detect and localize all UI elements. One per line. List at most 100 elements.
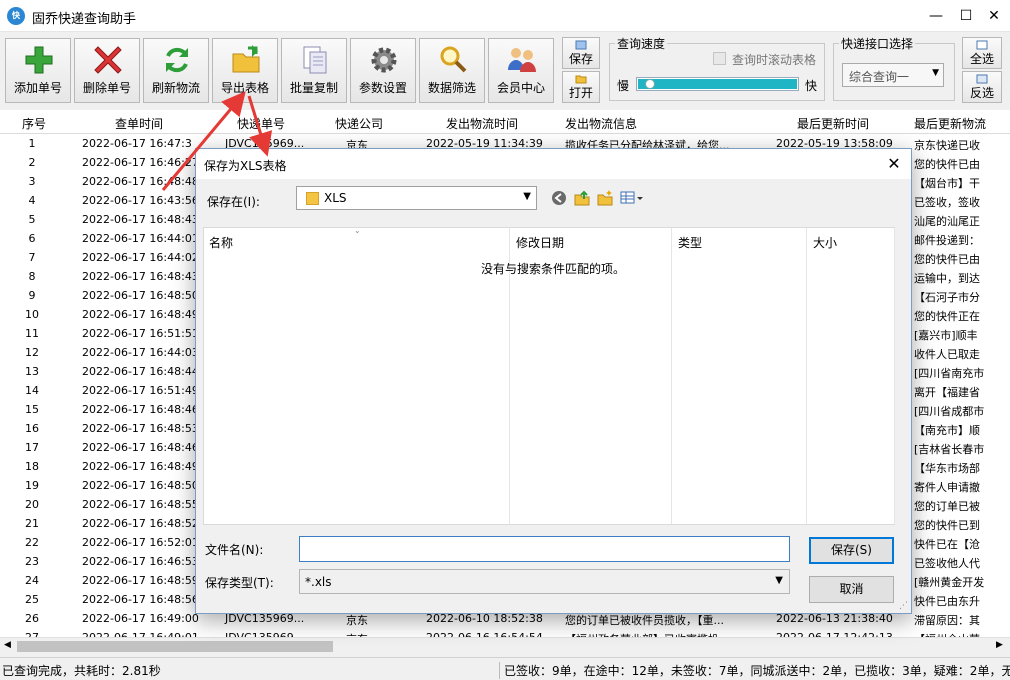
cell-no: 2 [28, 156, 36, 169]
export-table-button[interactable]: 导出表格 [212, 38, 278, 103]
col-name[interactable]: 名称 [209, 234, 233, 251]
speed-slider-thumb[interactable] [645, 79, 655, 89]
column-divider [671, 228, 672, 524]
back-icon[interactable] [550, 189, 568, 207]
empty-message: 没有与搜索条件匹配的项。 [481, 262, 626, 276]
refresh-logistics-button[interactable]: 刷新物流 [143, 38, 209, 103]
scroll-left-icon[interactable]: ◀ [4, 640, 11, 650]
cell-query-time: 2022-06-17 16:51:51 [82, 327, 199, 340]
batch-copy-label: 批量复制 [289, 81, 338, 95]
new-folder-icon[interactable] [596, 189, 614, 207]
member-center-label: 会员中心 [496, 81, 545, 95]
col-type[interactable]: 类型 [678, 234, 702, 251]
col-header-updated-time[interactable]: 最后更新时间 [797, 115, 869, 132]
settings-button[interactable]: 参数设置 [350, 38, 416, 103]
col-header-no[interactable]: 序号 [22, 115, 46, 132]
minimize-button[interactable]: — [920, 0, 952, 32]
cell-last-update: 邮件投递到： [914, 234, 980, 247]
open-list-label: 打开 [568, 86, 593, 100]
cell-last-update: 您的快件已由 [914, 158, 980, 171]
cell-query-time: 2022-06-17 16:48:46 [82, 441, 199, 454]
close-button[interactable]: ✕ [978, 0, 1010, 32]
cell-no: 1 [28, 137, 36, 150]
speed-slider[interactable] [636, 77, 799, 91]
cell-query-time: 2022-06-17 16:48:59 [82, 574, 199, 587]
scroll-right-icon[interactable]: ▶ [996, 640, 1003, 650]
cell-query-time: 2022-06-17 16:48:44 [82, 365, 199, 378]
cell-query-time: 2022-06-17 16:51:49 [82, 384, 199, 397]
file-list[interactable]: 名称 ⌄ 修改日期 类型 大小 没有与搜索条件匹配的项。 [203, 226, 895, 525]
dialog-title: 保存为XLS表格 [204, 159, 287, 173]
col-size[interactable]: 大小 [813, 234, 837, 251]
save-list-button[interactable]: 保存 [562, 37, 600, 69]
member-center-button[interactable]: 会员中心 [488, 38, 554, 103]
magnifier-icon [440, 46, 467, 73]
cell-no: 21 [25, 517, 39, 530]
cell-no: 3 [28, 175, 36, 188]
save-in-dropdown[interactable]: XLS ▼ [296, 186, 537, 210]
api-selected-value: 综合查询一 [849, 70, 910, 84]
col-header-query-time[interactable]: 查单时间 [115, 115, 163, 132]
open-list-button[interactable]: 打开 [562, 71, 600, 103]
horizontal-scrollbar[interactable]: ◀ ▶ [0, 637, 1010, 654]
cell-query-time: 2022-06-17 16:48:49 [82, 308, 199, 321]
chevron-down-icon: ▼ [932, 68, 939, 78]
col-header-sent-time[interactable]: 发出物流时间 [446, 115, 518, 132]
select-all-icon [976, 40, 988, 50]
folder-icon [306, 192, 319, 205]
cell-no: 13 [25, 365, 39, 378]
cell-last-update: [嘉兴市]顺丰 [914, 329, 978, 342]
cell-last-update: 离开【福建省 [914, 386, 980, 399]
column-divider [806, 228, 807, 524]
cell-no: 4 [28, 194, 36, 207]
resize-grip-icon[interactable]: ⋰ [899, 601, 909, 611]
scroll-table-checkbox[interactable] [713, 52, 726, 65]
title-bar: 快 固乔快递查询助手 — ☐ ✕ [0, 0, 1010, 32]
col-modified[interactable]: 修改日期 [516, 234, 564, 251]
open-folder-icon [575, 75, 587, 84]
cell-last-update: 您的快件已由 [914, 253, 980, 266]
select-all-button[interactable]: 全选 [962, 37, 1002, 69]
cell-query-time: 2022-06-17 16:48:50 [82, 479, 199, 492]
col-header-sent-info[interactable]: 发出物流信息 [565, 115, 637, 132]
col-header-company[interactable]: 快递公司 [335, 115, 383, 132]
cell-last-update: 您的快件正在 [914, 310, 980, 323]
column-divider [894, 228, 895, 524]
table-row[interactable]: 272022-06-17 16:49:01JDVC135969...京东2022… [0, 628, 1010, 637]
api-select-dropdown[interactable]: 综合查询一 ▼ [842, 63, 944, 87]
cell-query-time: 2022-06-17 16:48:56 [82, 593, 199, 606]
batch-copy-button[interactable]: 批量复制 [281, 38, 347, 103]
col-header-last-update[interactable]: 最后更新物流 [914, 115, 986, 132]
cell-last-update: 快件已由东升 [914, 595, 980, 608]
chevron-down-icon: ▼ [523, 191, 531, 202]
add-tracking-button[interactable]: 添加单号 [5, 38, 71, 103]
app-title: 固乔快递查询助手 [32, 12, 137, 27]
add-tracking-label: 添加单号 [13, 81, 62, 95]
cell-no: 6 [28, 232, 36, 245]
query-speed-group: 查询速度 查询时滚动表格 慢 快 [609, 35, 825, 101]
invert-selection-button[interactable]: 反选 [962, 71, 1002, 103]
data-filter-button[interactable]: 数据筛选 [419, 38, 485, 103]
col-header-tracking-no[interactable]: 快递单号 [237, 115, 285, 132]
delete-tracking-button[interactable]: 删除单号 [74, 38, 140, 103]
export-table-label: 导出表格 [220, 81, 269, 95]
cell-no: 20 [25, 498, 39, 511]
app-logo-icon: 快 [7, 7, 25, 25]
view-menu-icon[interactable] [620, 189, 644, 207]
cell-last-update: 收件人已取走 [914, 348, 980, 361]
cell-last-update: 【华东市场部 [914, 462, 980, 475]
cell-last-update: 已签收他人代 [914, 557, 980, 570]
settings-label: 参数设置 [358, 81, 407, 95]
dialog-close-icon[interactable]: ✕ [883, 153, 905, 175]
cell-no: 14 [25, 384, 39, 397]
cancel-button[interactable]: 取消 [809, 576, 894, 603]
save-button[interactable]: 保存(S) [809, 537, 894, 564]
up-folder-icon[interactable] [573, 189, 591, 207]
scrollbar-thumb[interactable] [17, 641, 333, 652]
cell-last-update: 【石河子市分 [914, 291, 980, 304]
cell-last-update: [四川省南充市 [914, 367, 985, 380]
filetype-dropdown[interactable]: *.xls ▼ [299, 569, 790, 594]
cell-query-time: 2022-06-17 16:44:03 [82, 346, 199, 359]
cell-last-update: [吉林省长春市 [914, 443, 985, 456]
filename-input[interactable] [299, 536, 790, 562]
